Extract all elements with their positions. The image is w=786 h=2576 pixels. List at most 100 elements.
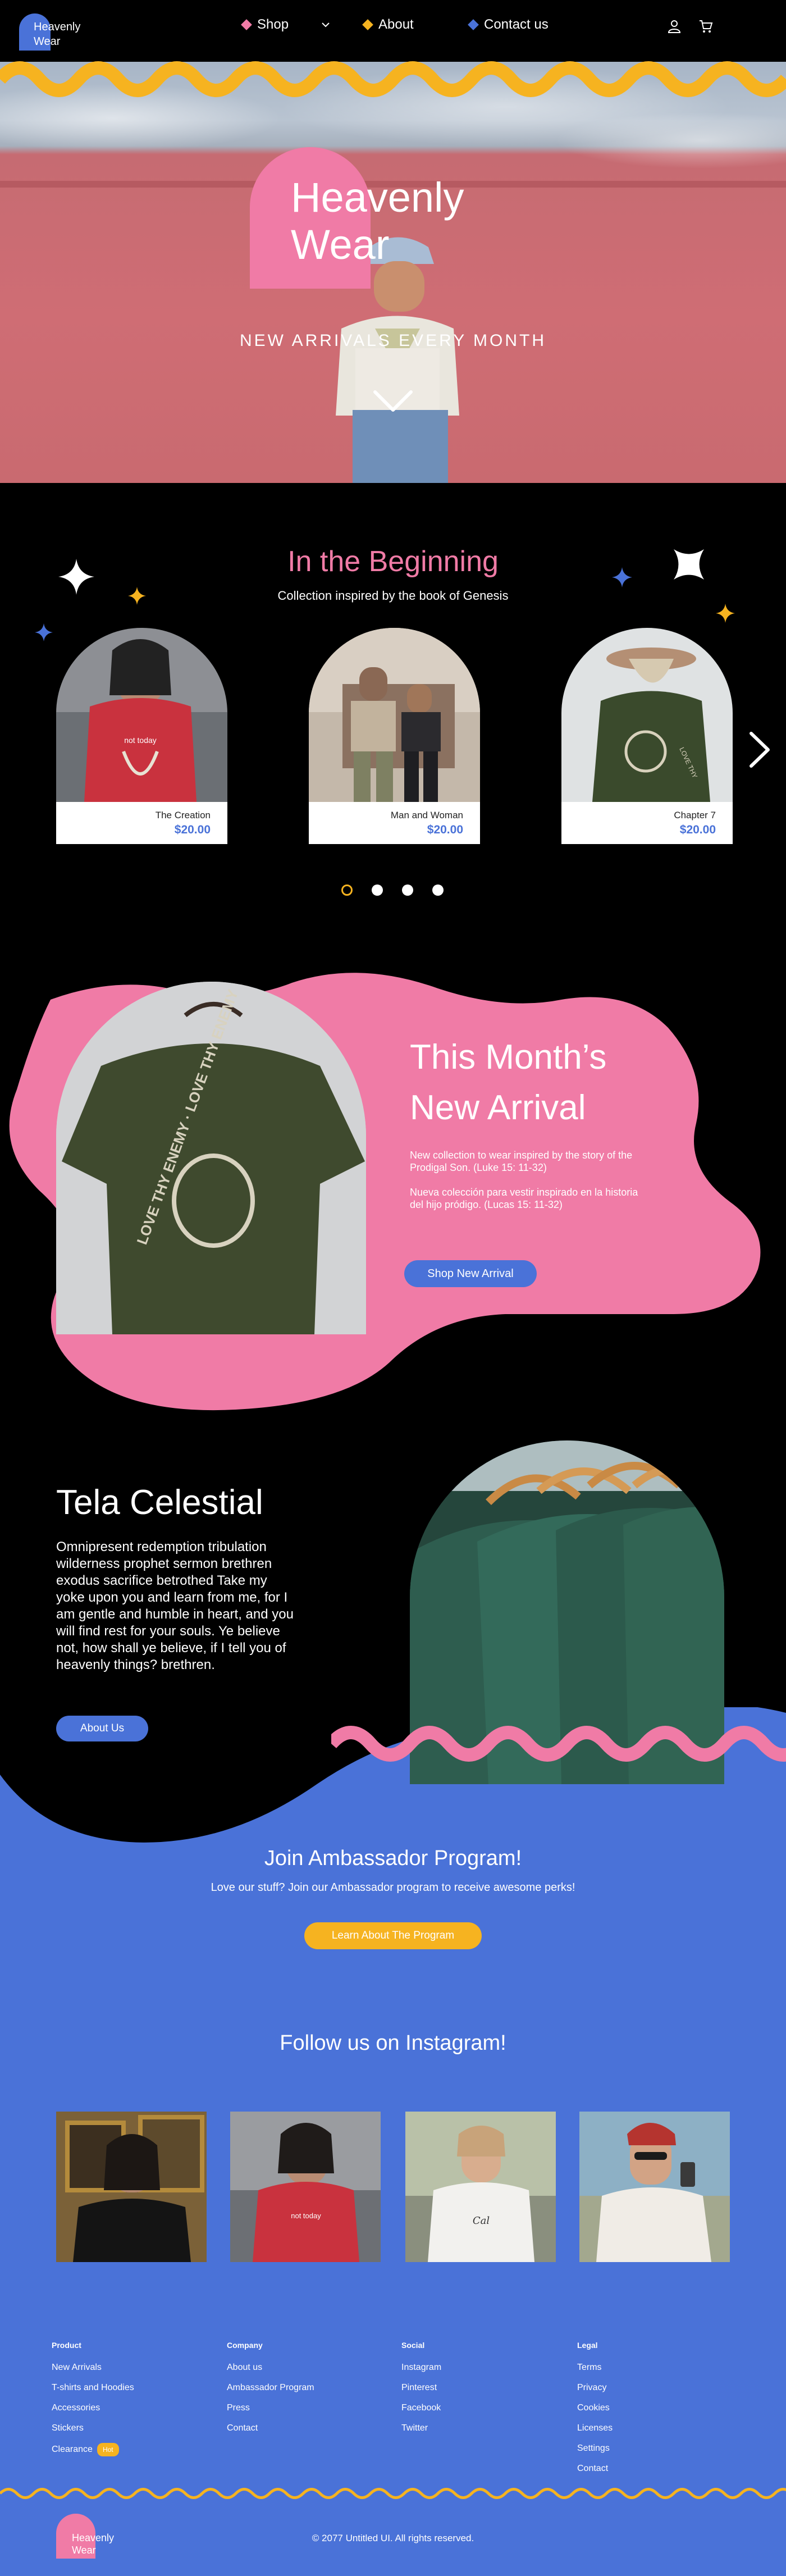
diamond-icon — [362, 19, 373, 30]
footer-link[interactable]: T-shirts and Hoodies — [52, 2382, 134, 2402]
logo-text-line1: Heavenly — [34, 21, 81, 33]
nav-contact-label: Contact us — [484, 17, 549, 32]
hero-banner: Heavenly Wear NEW ARRIVALS EVERY MONTH — [0, 62, 786, 483]
product-price: $20.00 — [679, 823, 716, 836]
carousel-dot[interactable] — [432, 884, 444, 896]
about-us-button[interactable]: About Us — [56, 1716, 148, 1741]
footer-link[interactable]: About us — [227, 2362, 314, 2382]
scroll-down-chevron-icon[interactable] — [372, 387, 414, 416]
footer-link[interactable]: Accessories — [52, 2402, 134, 2423]
footer-link[interactable]: Stickers — [52, 2423, 134, 2443]
sparkle-icon — [58, 559, 94, 595]
hero-title-line1: Heavenly — [291, 174, 464, 221]
sparkle-icon — [716, 604, 735, 623]
brand-logo[interactable]: Heavenly Wear — [19, 13, 80, 53]
new-arrival-title-line2: New Arrival — [410, 1088, 586, 1127]
product-image: not today — [56, 628, 227, 802]
footer-link[interactable]: Contact — [227, 2423, 314, 2443]
footer-heading: Social — [401, 2341, 425, 2350]
product-card[interactable]: LOVE THY Chapter 7 $20.00 — [561, 628, 733, 844]
product-image: LOVE THY — [561, 628, 733, 802]
cart-icon[interactable] — [698, 19, 713, 34]
nav-about-label: About — [378, 17, 414, 32]
nav-contact[interactable]: Contact us — [468, 17, 549, 33]
footer-link[interactable]: Contact — [577, 2463, 613, 2483]
footer-link[interactable]: Ambassador Program — [227, 2382, 314, 2402]
product-name: Man and Woman — [390, 810, 463, 820]
ambassador-text: Love our stuff? Join our Ambassador prog… — [211, 1881, 575, 1894]
product-name: The Creation — [155, 810, 211, 820]
product-card[interactable]: Man and Woman $20.00 — [309, 628, 480, 844]
footer-link[interactable]: Pinterest — [401, 2382, 441, 2402]
sparkle-icon — [35, 623, 53, 641]
new-arrival-title: This Month’s New Arrival — [410, 1032, 606, 1133]
learn-program-button[interactable]: Learn About The Program — [304, 1922, 482, 1949]
new-arrival-description-en: New collection to wear inspired by the s… — [410, 1150, 633, 1173]
diamond-icon — [468, 19, 479, 30]
collection-section: In the Beginning Collection inspired by … — [0, 483, 786, 966]
footer-link[interactable]: Twitter — [401, 2423, 441, 2443]
copyright-text: © 2077 Untitled UI. All rights reserved. — [312, 2533, 474, 2543]
shop-new-arrival-button[interactable]: Shop New Arrival — [404, 1260, 537, 1287]
carousel-next-chevron-icon[interactable] — [747, 730, 773, 769]
user-icon[interactable] — [667, 19, 682, 34]
footer-link[interactable]: New Arrivals — [52, 2362, 134, 2382]
footer-heading: Company — [227, 2341, 263, 2350]
footer-column-product: Product New Arrivals T-shirts and Hoodie… — [52, 2341, 134, 2463]
carousel-dot[interactable] — [372, 884, 383, 896]
pink-wave-divider — [331, 1726, 786, 1762]
carousel-pagination — [341, 884, 444, 896]
svg-text:not today: not today — [291, 2212, 321, 2220]
carousel-dot[interactable] — [341, 884, 353, 896]
instagram-title: Follow us on Instagram! — [280, 2031, 506, 2055]
new-arrival-description-es: Nueva colección para vestir inspirado en… — [410, 1187, 638, 1210]
footer-link[interactable]: Licenses — [577, 2423, 613, 2443]
footer-link[interactable]: Privacy — [577, 2382, 613, 2402]
nav-shop-label: Shop — [257, 17, 289, 32]
new-arrival-shirt-photo: LOVE THY ENEMY · LOVE THY ENEMY — [56, 982, 366, 1334]
instagram-photo[interactable]: Cal — [405, 2112, 556, 2262]
footer-heading: Product — [52, 2341, 81, 2350]
yellow-wave-divider — [0, 61, 786, 97]
hot-badge: Hot — [97, 2443, 119, 2456]
nav-shop[interactable]: Shop — [241, 17, 330, 33]
footer-column-social: Social Instagram Pinterest Facebook Twit… — [401, 2341, 441, 2443]
instagram-photo[interactable]: not today — [230, 2112, 381, 2262]
logo-text-line2: Wear — [34, 35, 61, 48]
tela-celestial-body: Omnipresent redemption tribulation wilde… — [56, 1539, 294, 1672]
hero-title: Heavenly Wear — [291, 174, 464, 268]
footer-column-legal: Legal Terms Privacy Cookies Licenses Set… — [577, 2341, 613, 2483]
footer-link[interactable]: Terms — [577, 2362, 613, 2382]
top-navigation: Heavenly Wear Shop About Contact us — [0, 0, 786, 62]
svg-text:not today: not today — [124, 736, 157, 745]
footer-link[interactable]: Facebook — [401, 2402, 441, 2423]
footer-link[interactable]: Cookies — [577, 2402, 613, 2423]
tela-celestial-title: Tela Celestial — [56, 1483, 263, 1522]
new-arrival-title-line1: This Month’s — [410, 1038, 607, 1077]
yellow-wave-divider — [0, 2488, 786, 2499]
product-price: $20.00 — [427, 823, 463, 836]
logo-text-line2: Wear — [72, 2545, 96, 2556]
ambassador-title: Join Ambassador Program! — [264, 1846, 522, 1870]
product-price: $20.00 — [174, 823, 211, 836]
product-name: Chapter 7 — [674, 810, 716, 820]
instagram-photo[interactable] — [579, 2112, 730, 2262]
hero-subtitle: NEW ARRIVALS EVERY MONTH — [239, 331, 547, 350]
footer-link[interactable]: Settings — [577, 2443, 613, 2463]
footer-link-label: Clearance — [52, 2445, 93, 2454]
product-image — [309, 628, 480, 802]
svg-text:Cal: Cal — [473, 2215, 490, 2227]
footer-link[interactable]: Instagram — [401, 2362, 441, 2382]
footer-link[interactable]: Press — [227, 2402, 314, 2423]
product-card[interactable]: not today The Creation $20.00 — [56, 628, 227, 844]
footer-heading: Legal — [577, 2341, 598, 2350]
sparkle-icon — [674, 549, 704, 580]
instagram-photo[interactable] — [56, 2112, 207, 2262]
carousel-dot[interactable] — [402, 884, 413, 896]
sparkle-icon — [612, 567, 632, 587]
sparkle-icon — [128, 587, 146, 605]
hero-title-line2: Wear — [291, 221, 390, 268]
diamond-icon — [241, 19, 252, 30]
nav-about[interactable]: About — [362, 17, 414, 33]
footer-link-clearance[interactable]: Clearance Hot — [52, 2443, 134, 2463]
